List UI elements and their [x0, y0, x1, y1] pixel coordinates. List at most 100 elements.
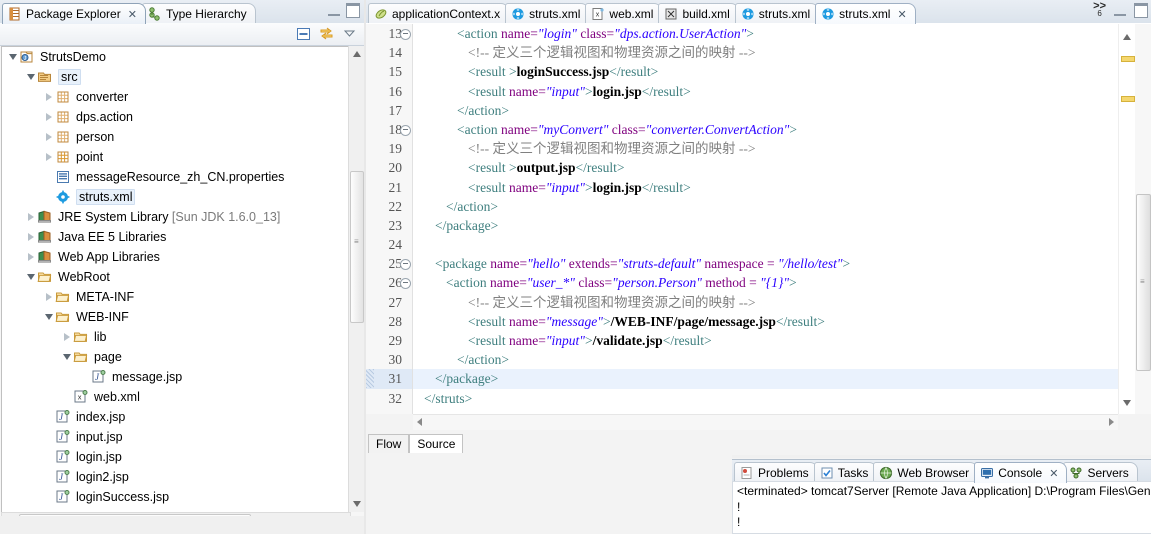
- scroll-down-arrow[interactable]: [349, 496, 364, 512]
- ruler-down-arrow[interactable]: [1123, 400, 1131, 406]
- view-menu-icon[interactable]: [341, 25, 358, 42]
- left-tab-package-explorer[interactable]: Package Explorer ✕: [2, 3, 146, 24]
- collapse-all-icon[interactable]: [295, 25, 312, 42]
- tab-overflow-chevron-icon[interactable]: >> 6: [1093, 1, 1106, 18]
- expand-arrow-icon[interactable]: [60, 331, 73, 344]
- tree-item[interactable]: messageResource_zh_CN.properties: [2, 167, 350, 187]
- link-with-editor-icon[interactable]: [318, 25, 335, 42]
- code-line[interactable]: <action name="login" class="dps.action.U…: [413, 24, 1119, 43]
- left-view-window-controls[interactable]: [328, 3, 360, 18]
- line-number[interactable]: 24: [366, 235, 412, 254]
- collapse-arrow-icon[interactable]: [42, 311, 55, 324]
- fold-toggle-icon[interactable]: [400, 29, 411, 40]
- code-line[interactable]: <result name="input">login.jsp</result>: [413, 82, 1119, 101]
- tree-item[interactable]: point: [2, 147, 350, 167]
- code-line[interactable]: <result name="input">/validate.jsp</resu…: [413, 331, 1119, 350]
- line-number[interactable]: 25: [366, 254, 412, 273]
- code-text[interactable]: <action name="login" class="dps.action.U…: [413, 24, 1119, 414]
- editor-tab-build-xml[interactable]: build.xml: [658, 3, 739, 24]
- editor-minimize-icon[interactable]: [1114, 5, 1126, 16]
- ruler-warning-marker[interactable]: [1121, 56, 1135, 62]
- ruler-warning-marker[interactable]: [1121, 96, 1135, 102]
- line-number[interactable]: 28: [366, 312, 412, 331]
- bottom-tab-problems[interactable]: Problems: [734, 462, 818, 483]
- project-tree[interactable]: J StrutsDemo src converter dps.action person p…: [1, 46, 350, 514]
- tree-item[interactable]: WEB-INF: [2, 307, 350, 327]
- line-number[interactable]: 18: [366, 120, 412, 139]
- line-number[interactable]: 23: [366, 216, 412, 235]
- editor-horizontal-scrollbar[interactable]: [413, 414, 1118, 430]
- editor-vertical-scrollbar[interactable]: ≡: [1135, 24, 1151, 414]
- tree-item[interactable]: src: [2, 67, 350, 87]
- tree-item[interactable]: Jlogin.jsp: [2, 447, 350, 467]
- tree-item[interactable]: Jlogin2.jsp: [2, 467, 350, 487]
- line-number-gutter[interactable]: 13 14 15 16 17 18 19 20 21 22 23 24 25 26 27 28 29 30 31 32: [366, 24, 413, 414]
- line-number[interactable]: 13: [366, 24, 412, 43]
- tree-item[interactable]: Jmessage.jsp: [2, 367, 350, 387]
- tree-item[interactable]: Java EE 5 Libraries: [2, 227, 350, 247]
- expand-arrow-icon[interactable]: [42, 151, 55, 164]
- expand-arrow-icon[interactable]: [42, 291, 55, 304]
- tree-item[interactable]: struts.xml: [2, 187, 350, 207]
- code-line[interactable]: <package name="hello" extends="struts-de…: [413, 254, 1119, 273]
- code-line[interactable]: <!-- 定义三个逻辑视图和物理资源之间的映射 -->: [413, 43, 1119, 62]
- close-icon[interactable]: ✕: [897, 8, 906, 21]
- source-editor[interactable]: 13 14 15 16 17 18 19 20 21 22 23 24 25 26 27 28 29 30 31 32…: [366, 23, 1151, 414]
- bottom-tab-servers[interactable]: Servers: [1063, 462, 1138, 483]
- collapse-arrow-icon[interactable]: [6, 51, 19, 64]
- code-line[interactable]: [413, 235, 1119, 254]
- tree-item[interactable]: person: [2, 127, 350, 147]
- collapse-arrow-icon[interactable]: [24, 71, 37, 84]
- code-line[interactable]: </package>: [413, 216, 1119, 235]
- bottom-tab-console[interactable]: Console ✕: [974, 462, 1068, 483]
- tree-scroll-thumb[interactable]: ≡: [350, 171, 364, 323]
- scroll-up-arrow[interactable]: [349, 46, 364, 62]
- editor-scroll-right-arrow[interactable]: [1109, 418, 1114, 426]
- editor-tab-web-xml[interactable]: x web.xml: [585, 3, 663, 24]
- editor-maximize-icon[interactable]: [1134, 2, 1148, 18]
- line-number[interactable]: 29: [366, 331, 412, 350]
- code-line[interactable]: <result >loginSuccess.jsp</result>: [413, 62, 1119, 81]
- line-number[interactable]: 14: [366, 43, 412, 62]
- tree-item[interactable]: lib: [2, 327, 350, 347]
- page-tab-flow[interactable]: Flow: [368, 434, 410, 453]
- collapse-arrow-icon[interactable]: [24, 271, 37, 284]
- line-number[interactable]: 30: [366, 350, 412, 369]
- line-number[interactable]: 21: [366, 178, 412, 197]
- fold-toggle-icon[interactable]: [400, 259, 411, 271]
- code-line[interactable]: <!-- 定义三个逻辑视图和物理资源之间的映射 -->: [413, 139, 1119, 158]
- code-line[interactable]: <result name="input">login.jsp</result>: [413, 178, 1119, 197]
- fold-toggle-icon[interactable]: [400, 278, 411, 290]
- line-number[interactable]: 20: [366, 158, 412, 177]
- horizontal-splitter[interactable]: [732, 455, 1151, 458]
- code-line[interactable]: </package>: [413, 369, 1119, 389]
- code-line[interactable]: <!-- 定义三个逻辑视图和物理资源之间的映射 -->: [413, 293, 1119, 312]
- ruler-up-arrow[interactable]: [1123, 34, 1131, 40]
- left-tab-type-hierarchy[interactable]: Type Hierarchy: [141, 3, 256, 24]
- line-number[interactable]: 31: [366, 369, 412, 389]
- tree-item[interactable]: Jinput.jsp: [2, 427, 350, 447]
- tree-item[interactable]: page: [2, 347, 350, 367]
- line-number[interactable]: 32: [366, 389, 412, 408]
- editor-page-tabs[interactable]: Flow Source: [368, 434, 464, 453]
- line-number[interactable]: 26: [366, 273, 412, 292]
- expand-arrow-icon[interactable]: [24, 251, 37, 264]
- tree-item[interactable]: META-INF: [2, 287, 350, 307]
- tree-item[interactable]: J StrutsDemo: [2, 47, 350, 67]
- overview-ruler[interactable]: [1118, 24, 1135, 414]
- tree-item[interactable]: converter: [2, 87, 350, 107]
- tree-item[interactable]: JRE System Library [Sun JDK 1.6.0_13]: [2, 207, 350, 227]
- tree-item[interactable]: Web App Libraries: [2, 247, 350, 267]
- expand-arrow-icon[interactable]: [42, 111, 55, 124]
- tree-item[interactable]: x web.xml: [2, 387, 350, 407]
- maximize-icon[interactable]: [346, 3, 360, 18]
- code-line[interactable]: </action>: [413, 101, 1119, 120]
- code-line[interactable]: <action name="user_*" class="person.Pers…: [413, 273, 1119, 292]
- editor-tab-struts-xml[interactable]: struts.xml: [734, 3, 820, 24]
- collapse-arrow-icon[interactable]: [60, 351, 73, 364]
- editor-tab-applicationcontext-x[interactable]: applicationContext.x: [368, 3, 510, 24]
- code-line[interactable]: <result name="message">/WEB-INF/page/mes…: [413, 312, 1119, 331]
- tree-vertical-scrollbar[interactable]: ≡: [348, 46, 364, 512]
- tree-item[interactable]: Jindex.jsp: [2, 407, 350, 427]
- code-line[interactable]: </action>: [413, 350, 1119, 369]
